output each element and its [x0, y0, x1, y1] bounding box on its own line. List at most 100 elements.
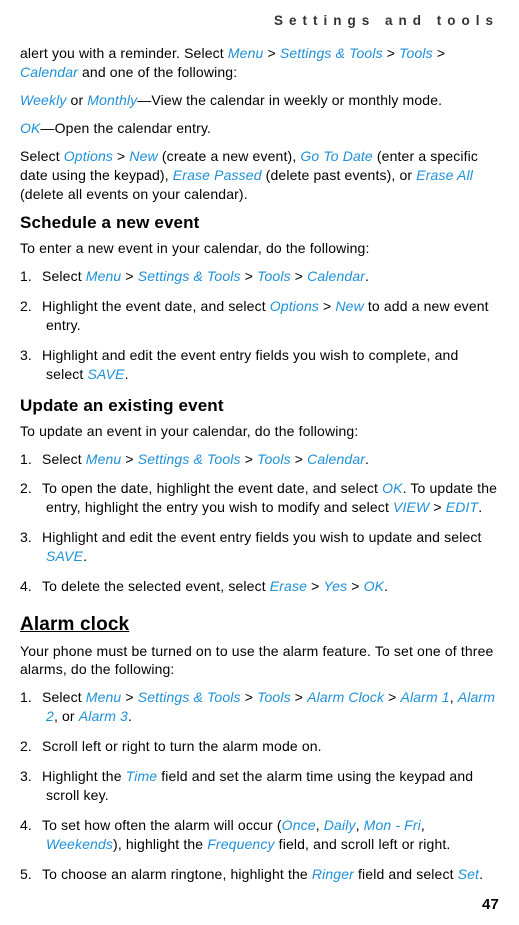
ui-edit: EDIT — [446, 499, 478, 515]
text: (delete past events), or — [262, 167, 417, 183]
sep: > — [384, 689, 400, 705]
sep: > — [433, 45, 445, 61]
ui-save: SAVE — [87, 366, 124, 382]
ui-options: Options — [270, 298, 319, 314]
ui-calendar: Calendar — [307, 268, 365, 284]
ui-tools: Tools — [257, 451, 291, 467]
ui-goto-date: Go To Date — [300, 148, 372, 164]
text: . — [128, 708, 132, 724]
text: . — [479, 866, 483, 882]
text: ), highlight the — [113, 836, 207, 852]
text: Highlight and edit the event entry field… — [42, 529, 482, 545]
sep: > — [307, 578, 323, 594]
step-number: 3. — [20, 767, 42, 786]
text: Select — [20, 148, 64, 164]
list-item: 3.Highlight the Time field and set the a… — [20, 767, 499, 805]
ui-erase-all: Erase All — [416, 167, 473, 183]
step-number: 3. — [20, 528, 42, 547]
sep: > — [121, 689, 137, 705]
text: , — [450, 689, 458, 705]
ui-tools: Tools — [399, 45, 433, 61]
text: , — [356, 817, 364, 833]
sep: > — [241, 268, 257, 284]
text: field, and scroll left or right. — [275, 836, 451, 852]
heading-update: Update an existing event — [20, 395, 499, 418]
heading-alarm-clock: Alarm clock — [20, 612, 499, 638]
text: . — [478, 499, 482, 515]
text: Highlight the event date, and select — [42, 298, 270, 314]
text: To delete the selected event, select — [42, 578, 270, 594]
update-steps: 1.Select Menu > Settings & Tools > Tools… — [20, 450, 499, 596]
page-number: 47 — [482, 895, 499, 915]
ui-calendar: Calendar — [20, 64, 78, 80]
sep: > — [241, 689, 257, 705]
text: , — [316, 817, 324, 833]
ui-menu: Menu — [228, 45, 264, 61]
intro-para-4: Select Options > New (create a new event… — [20, 147, 499, 204]
ui-settings-tools: Settings & Tools — [138, 689, 241, 705]
sep: > — [113, 148, 129, 164]
sep: > — [383, 45, 399, 61]
step-number: 3. — [20, 346, 42, 365]
ui-view: VIEW — [393, 499, 429, 515]
sep: > — [121, 451, 137, 467]
text: and one of the following: — [78, 64, 237, 80]
ui-menu: Menu — [86, 689, 122, 705]
schedule-lead: To enter a new event in your calendar, d… — [20, 239, 499, 258]
list-item: 5.To choose an alarm ringtone, highlight… — [20, 865, 499, 884]
ui-set: Set — [458, 866, 479, 882]
ui-options: Options — [64, 148, 113, 164]
ui-mon-fri: Mon - Fri — [364, 817, 421, 833]
list-item: 1.Select Menu > Settings & Tools > Tools… — [20, 267, 499, 286]
text: . — [365, 451, 369, 467]
text: . — [125, 366, 129, 382]
ui-alarm-clock: Alarm Clock — [307, 689, 384, 705]
ui-save: SAVE — [46, 548, 83, 564]
text: Select — [42, 689, 86, 705]
ui-ok: OK — [364, 578, 385, 594]
text: To choose an alarm ringtone, highlight t… — [42, 866, 312, 882]
sep: > — [291, 689, 307, 705]
text: To set how often the alarm will occur ( — [42, 817, 282, 833]
ui-menu: Menu — [86, 451, 122, 467]
step-number: 2. — [20, 297, 42, 316]
text: —View the calendar in weekly or monthly … — [137, 92, 442, 108]
text: (delete all events on your calendar). — [20, 186, 248, 202]
text: Scroll left or right to turn the alarm m… — [42, 738, 322, 754]
intro-para-1: alert you with a reminder. Select Menu >… — [20, 44, 499, 82]
ui-ringer-field: Ringer — [312, 866, 354, 882]
sep: > — [347, 578, 363, 594]
ui-ok: OK — [382, 480, 403, 496]
text: . — [384, 578, 388, 594]
ui-weekly: Weekly — [20, 92, 66, 108]
ui-settings-tools: Settings & Tools — [138, 451, 241, 467]
text: or — [66, 92, 87, 108]
list-item: 1.Select Menu > Settings & Tools > Tools… — [20, 688, 499, 726]
text: Select — [42, 268, 86, 284]
ui-erase: Erase — [270, 578, 307, 594]
schedule-steps: 1.Select Menu > Settings & Tools > Tools… — [20, 267, 499, 383]
ui-daily: Daily — [324, 817, 356, 833]
text: Select — [42, 451, 86, 467]
step-number: 2. — [20, 737, 42, 756]
ui-once: Once — [282, 817, 316, 833]
sep: > — [121, 268, 137, 284]
ui-alarm-3: Alarm 3 — [79, 708, 128, 724]
list-item: 4.To delete the selected event, select E… — [20, 577, 499, 596]
ui-new: New — [335, 298, 363, 314]
ui-frequency-field: Frequency — [207, 836, 274, 852]
text: —Open the calendar entry. — [41, 120, 212, 136]
intro-para-3: OK—Open the calendar entry. — [20, 119, 499, 138]
running-head: Settings and tools — [20, 12, 499, 30]
ui-alarm-1: Alarm 1 — [401, 689, 450, 705]
text: field and select — [354, 866, 458, 882]
ui-settings-tools: Settings & Tools — [138, 268, 241, 284]
ui-ok: OK — [20, 120, 41, 136]
list-item: 3.Highlight and edit the event entry fie… — [20, 346, 499, 384]
ui-calendar: Calendar — [307, 451, 365, 467]
step-number: 2. — [20, 479, 42, 498]
list-item: 1.Select Menu > Settings & Tools > Tools… — [20, 450, 499, 469]
sep: > — [291, 268, 307, 284]
step-number: 1. — [20, 267, 42, 286]
text: alert you with a reminder. Select — [20, 45, 228, 61]
